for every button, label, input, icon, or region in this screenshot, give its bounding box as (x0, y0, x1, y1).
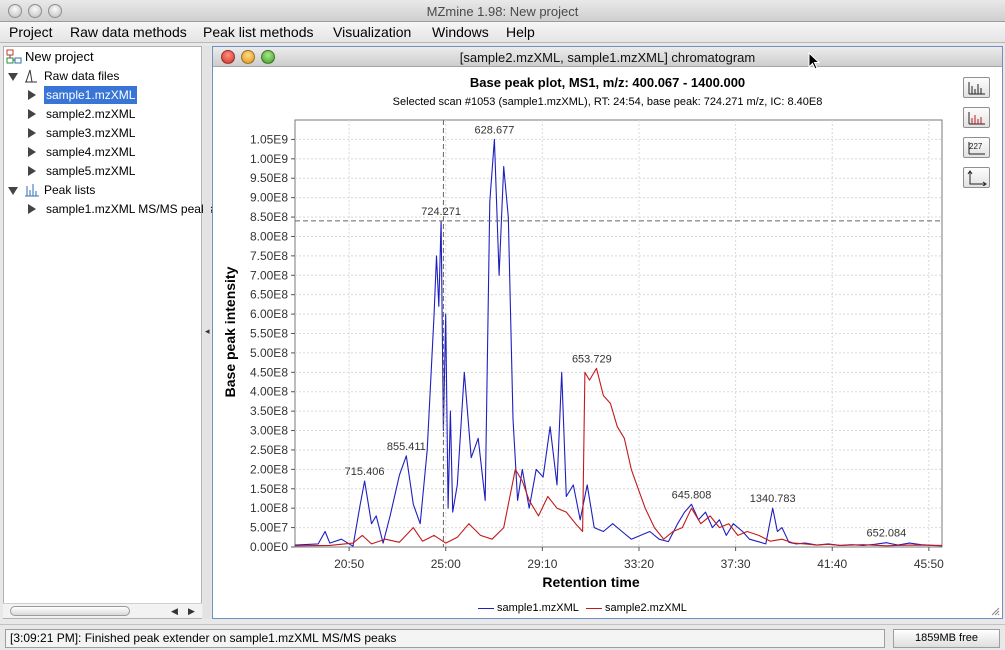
resize-grip-icon[interactable] (990, 606, 1000, 616)
y-tick-label: 3.00E8 (250, 424, 288, 438)
status-message: [3:09:21 PM]: Finished peak extender on … (5, 629, 885, 648)
legend-swatch (478, 607, 494, 609)
y-tick-label: 1.50E8 (250, 482, 288, 496)
y-tick-label: 7.50E8 (250, 249, 288, 263)
menu-visualization[interactable]: Visualization (333, 24, 411, 40)
x-tick-label: 41:40 (817, 557, 847, 571)
app-title-bar: MZmine 1.98: New project (0, 0, 1005, 22)
y-tick-label: 9.00E8 (250, 191, 288, 205)
tree-peak-lists-label: Peak lists (44, 183, 96, 197)
scrollbar-thumb[interactable] (10, 606, 130, 616)
y-tick-label: 2.00E8 (250, 462, 288, 476)
expand-arrow-icon[interactable] (28, 204, 36, 214)
legend-label: sample2.mzXML (605, 602, 687, 614)
x-axis-label: Retention time (542, 574, 639, 590)
y-tick-label: 8.50E8 (250, 210, 288, 224)
y-tick-label: 5.00E7 (250, 521, 288, 535)
menu-help[interactable]: Help (506, 24, 535, 40)
tree-horizontal-scrollbar[interactable]: ◀ ▶ (3, 603, 202, 618)
y-tick-label: 6.00E8 (250, 307, 288, 321)
y-axis-label: Base peak intensity (222, 266, 238, 397)
expand-arrow-icon[interactable] (28, 90, 36, 100)
y-tick-label: 1.00E8 (250, 501, 288, 515)
scroll-left-icon[interactable]: ◀ (171, 606, 178, 617)
tree-peak-list-label: sample1.mzXML MS/MS peaks (46, 202, 213, 216)
y-tick-label: 1.05E9 (250, 132, 288, 146)
expand-arrow-icon[interactable] (28, 166, 36, 176)
tree-raw-data-files-label: Raw data files (44, 69, 120, 83)
menu-project[interactable]: Project (9, 24, 53, 40)
x-tick-label: 25:00 (431, 557, 461, 571)
x-tick-label: 33:20 (624, 557, 654, 571)
chromatogram-plot[interactable]: 0.00E0 5.00E7 1.00E8 1.50E8 2.00E8 2.50E8 3.00… (213, 47, 1002, 592)
menu-windows[interactable]: Windows (432, 24, 489, 40)
expand-arrow-icon[interactable] (28, 147, 36, 157)
y-tick-label: 5.00E8 (250, 346, 288, 360)
splitter-arrow-icon[interactable]: ◂ (205, 326, 210, 337)
project-icon (6, 49, 22, 64)
scroll-right-icon[interactable]: ▶ (188, 606, 195, 617)
menu-raw-data-methods[interactable]: Raw data methods (70, 24, 187, 40)
tree-raw-file-label: sample2.mzXML (46, 107, 136, 121)
peak-label: 652.084 (866, 528, 906, 540)
raw-data-icon (25, 69, 37, 83)
y-tick-label: 1.00E9 (250, 152, 288, 166)
expand-arrow-icon[interactable] (8, 73, 18, 81)
peak-label: 715.406 (345, 466, 385, 478)
legend-item-sample1: sample1.mzXML (478, 602, 579, 614)
y-tick-label: 7.00E8 (250, 268, 288, 282)
expand-arrow-icon[interactable] (28, 109, 36, 119)
y-tick-label: 5.50E8 (250, 327, 288, 341)
legend-item-sample2: sample2.mzXML (586, 602, 687, 614)
y-tick-label: 9.50E8 (250, 171, 288, 185)
peak-label: 653.729 (572, 353, 612, 365)
peak-label: 855.411 (387, 441, 426, 453)
y-tick-label: 2.50E8 (250, 443, 288, 457)
peak-label: 724.271 (421, 206, 461, 218)
y-tick-label: 0.00E0 (250, 540, 288, 554)
tree-raw-file-label: sample1.mzXML (44, 86, 138, 104)
peak-label: 1340.783 (750, 493, 796, 505)
app-title: MZmine 1.98: New project (426, 4, 579, 19)
peak-list-icon (25, 184, 39, 197)
y-tick-label: 4.00E8 (250, 385, 288, 399)
menu-peak-list-methods[interactable]: Peak list methods (203, 24, 314, 40)
y-tick-label: 8.00E8 (250, 229, 288, 243)
x-tick-label: 45:50 (914, 557, 944, 571)
expand-arrow-icon[interactable] (28, 128, 36, 138)
panel-splitter[interactable]: ◂ (203, 46, 211, 619)
tree-raw-file-label: sample5.mzXML (46, 164, 136, 178)
y-tick-label: 3.50E8 (250, 404, 288, 418)
tree-raw-file-label: sample4.mzXML (46, 145, 136, 159)
peak-label: 645.808 (672, 489, 712, 501)
chromatogram-window: [sample2.mzXML, sample1.mzXML] chromatog… (212, 46, 1003, 619)
peak-label: 628.677 (475, 124, 515, 136)
menu-bar: Project Raw data methods Peak list metho… (0, 22, 1005, 43)
legend-label: sample1.mzXML (497, 602, 579, 614)
expand-arrow-icon[interactable] (8, 187, 18, 195)
y-tick-label: 4.50E8 (250, 365, 288, 379)
tree-root-label: New project (25, 49, 94, 64)
legend-swatch (586, 607, 602, 609)
mouse-pointer-icon (808, 52, 820, 70)
status-bar: [3:09:21 PM]: Finished peak extender on … (0, 624, 1005, 650)
x-tick-label: 29:10 (527, 557, 557, 571)
project-tree: New project Raw data files sample1.mzXML… (3, 46, 213, 619)
tree-raw-file-label: sample3.mzXML (46, 126, 136, 140)
memory-indicator[interactable]: 1859MB free (893, 629, 1000, 648)
x-tick-label: 20:50 (334, 557, 364, 571)
y-tick-label: 6.50E8 (250, 288, 288, 302)
x-tick-label: 37:30 (721, 557, 751, 571)
